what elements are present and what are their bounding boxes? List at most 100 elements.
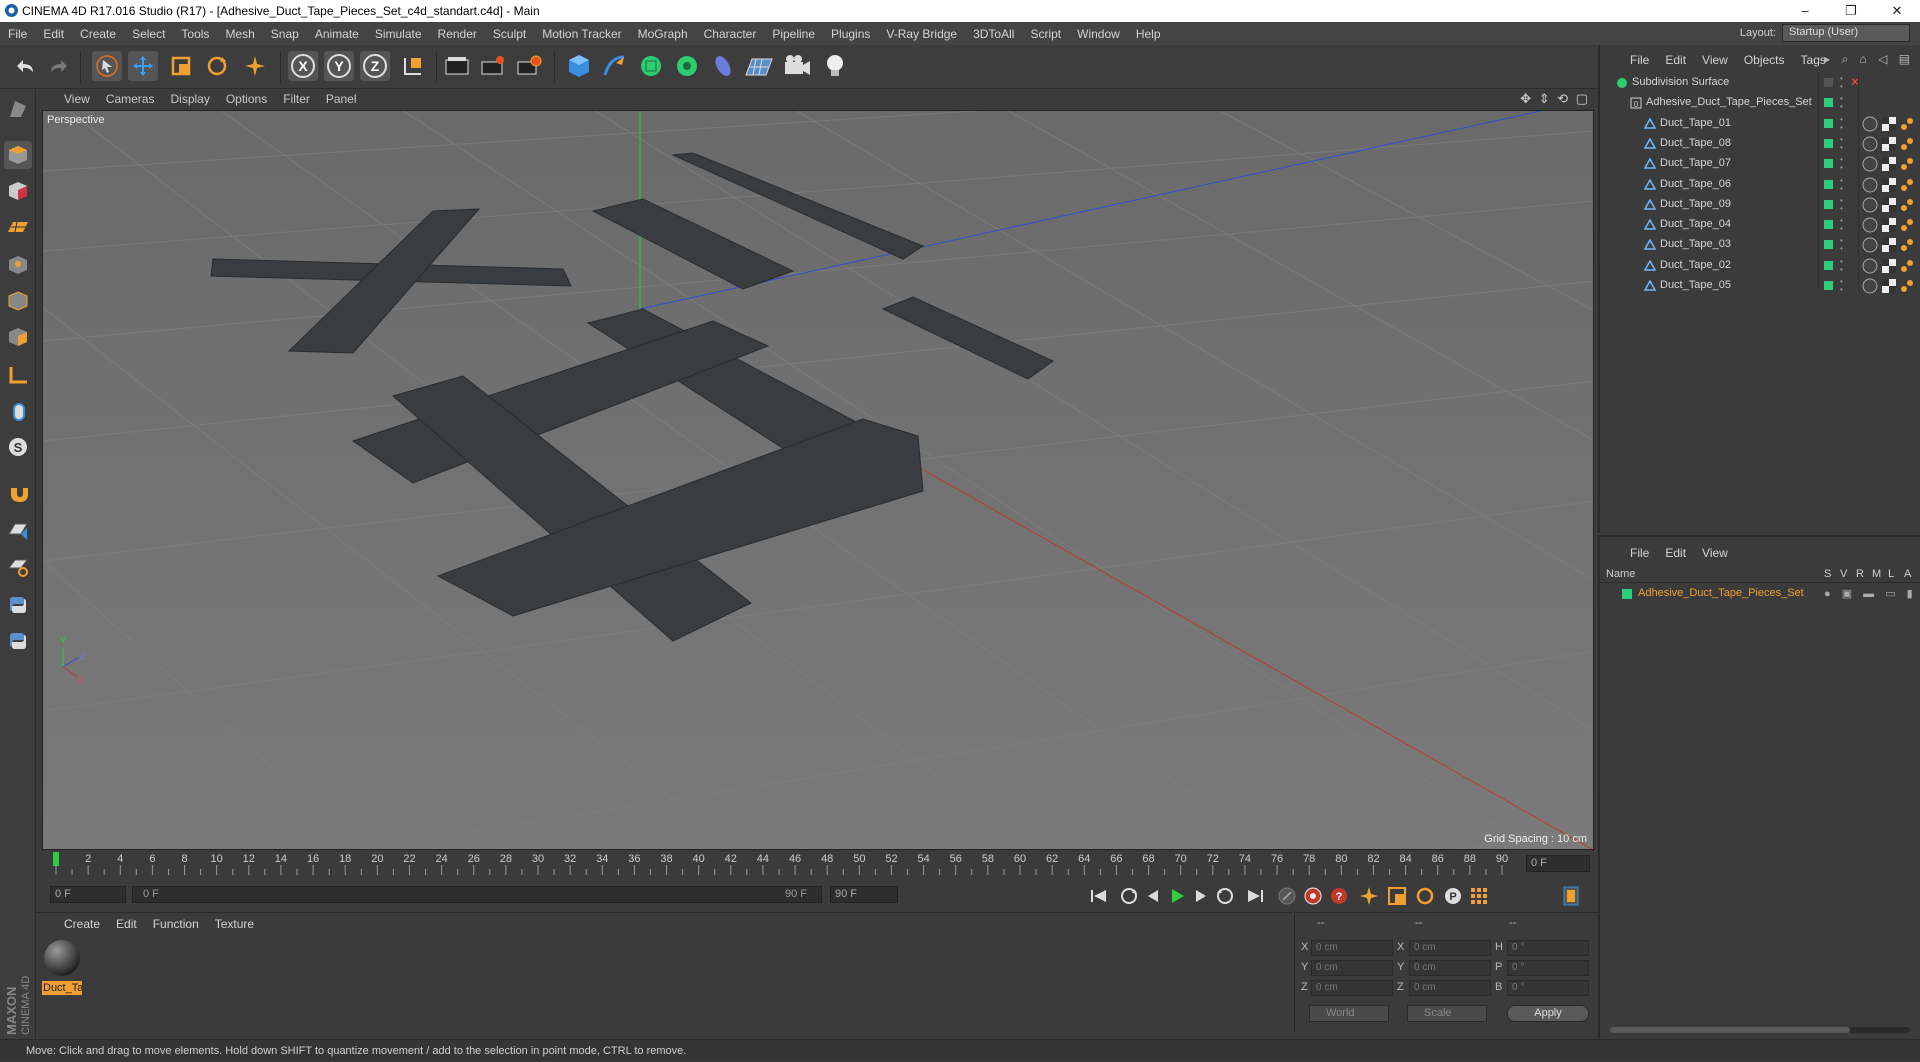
array-icon[interactable] <box>672 51 702 81</box>
menu-window[interactable]: Window <box>1069 27 1128 41</box>
visibility-dots-icon[interactable]: • • <box>1840 237 1843 253</box>
visibility-dots-icon[interactable]: • • <box>1840 278 1843 294</box>
polygons-mode-icon[interactable] <box>4 323 32 351</box>
menu-animate[interactable]: Animate <box>307 27 367 41</box>
material-menu-function[interactable]: Function <box>145 917 207 931</box>
menu-mesh[interactable]: Mesh <box>217 27 262 41</box>
world-select[interactable]: World <box>1309 1005 1389 1022</box>
material-tag-icon[interactable] <box>1862 177 1878 193</box>
layer-menu-view[interactable]: View <box>1694 546 1736 560</box>
layer-tag-icon[interactable] <box>1824 138 1833 148</box>
visibility-dots-icon[interactable]: • • <box>1840 135 1843 152</box>
layer-tag-icon[interactable] <box>1824 260 1833 270</box>
python-script-icon-1[interactable] <box>4 591 32 619</box>
material-tag-icon[interactable] <box>1862 136 1878 152</box>
phong-tag-icon[interactable] <box>1900 279 1914 293</box>
magnet-icon[interactable] <box>4 479 32 507</box>
visibility-dots-icon[interactable]: • • <box>1840 257 1843 274</box>
coordinate-system-icon[interactable] <box>398 51 428 81</box>
go-to-end-icon[interactable] <box>1244 885 1266 907</box>
viewport-nav-icons[interactable]: ✥ ⇕ ⟲ ▢ <box>1520 91 1590 107</box>
layer-tag-icon[interactable] <box>1824 240 1833 250</box>
pen-spline-icon[interactable] <box>600 51 630 81</box>
menu-create[interactable]: Create <box>72 27 124 41</box>
layer-tag-icon[interactable] <box>1824 199 1833 209</box>
visibility-dots-icon[interactable]: • • <box>1840 196 1843 213</box>
camera-icon[interactable] <box>782 51 812 81</box>
layer-tag-icon[interactable] <box>1824 118 1833 128</box>
visibility-dots-icon[interactable]: • • <box>1840 115 1843 132</box>
objects-menu-file[interactable]: File <box>1622 53 1657 67</box>
menu-plugins[interactable]: Plugins <box>823 27 878 41</box>
viewport-menu-panel[interactable]: Panel <box>318 92 365 106</box>
layer-tag-icon[interactable] <box>1824 179 1833 189</box>
key-rotation-icon[interactable] <box>1414 885 1436 907</box>
next-frame-icon[interactable] <box>1190 885 1212 907</box>
grid-snap-icon[interactable] <box>4 517 32 545</box>
position-x-field[interactable]: 0 cm <box>1311 940 1393 956</box>
menu-simulate[interactable]: Simulate <box>367 27 430 41</box>
object-row[interactable]: Subdivision Surface • • ✕ <box>1600 73 1920 93</box>
texture-tag-icon[interactable] <box>1882 197 1896 212</box>
restore-button[interactable]: ❐ <box>1828 0 1874 22</box>
phong-tag-icon[interactable] <box>1900 238 1914 252</box>
layer-tag-icon[interactable] <box>1824 78 1833 87</box>
perspective-viewport[interactable]: Y Z X Perspective Grid Spacing : 10 cm <box>42 110 1594 850</box>
layer-tag-icon[interactable] <box>1824 220 1833 230</box>
motion-path-icon[interactable] <box>1276 885 1298 907</box>
y-axis-icon[interactable]: Y <box>324 51 354 81</box>
edges-mode-icon[interactable] <box>4 287 32 315</box>
end-frame-field[interactable]: 90 F <box>830 886 898 903</box>
layer-menu-edit[interactable]: Edit <box>1657 546 1694 560</box>
texture-tag-icon[interactable] <box>1882 258 1896 273</box>
object-row[interactable]: Duct_Tape_04 • • <box>1600 215 1920 235</box>
rotation-b-field[interactable]: 0 ° <box>1507 980 1589 996</box>
objects-menu-edit[interactable]: Edit <box>1657 53 1694 67</box>
apply-button[interactable]: Apply <box>1507 1005 1589 1022</box>
key-pla-icon[interactable] <box>1468 885 1490 907</box>
next-key-icon[interactable] <box>1214 885 1236 907</box>
layer-horizontal-scrollbar[interactable] <box>1610 1027 1910 1033</box>
menu-render[interactable]: Render <box>430 27 485 41</box>
menu-script[interactable]: Script <box>1022 27 1069 41</box>
floor-icon[interactable] <box>744 51 774 81</box>
select-pointer-icon[interactable] <box>92 51 122 81</box>
workplane-icon[interactable] <box>4 213 32 241</box>
subdivision-icon[interactable] <box>636 51 666 81</box>
menu-3dtoall[interactable]: 3DToAll <box>965 27 1022 41</box>
menu-file[interactable]: File <box>0 27 35 41</box>
phong-tag-icon[interactable] <box>1900 178 1914 192</box>
menu-edit[interactable]: Edit <box>35 27 72 41</box>
rotate-icon[interactable] <box>202 51 232 81</box>
previous-key-icon[interactable] <box>1118 885 1140 907</box>
material-menu-texture[interactable]: Texture <box>207 917 262 931</box>
material-menu-edit[interactable]: Edit <box>108 917 145 931</box>
visibility-dots-icon[interactable]: • • <box>1840 95 1843 111</box>
object-row[interactable]: Duct_Tape_07 • • <box>1600 154 1920 174</box>
viewport-menu-display[interactable]: Display <box>162 92 217 106</box>
rotation-p-field[interactable]: 0 ° <box>1507 960 1589 976</box>
scale-icon[interactable] <box>166 51 196 81</box>
undo-icon[interactable] <box>10 51 40 81</box>
light-icon[interactable] <box>820 51 850 81</box>
layer-tag-icon[interactable] <box>1824 98 1833 108</box>
object-manager-nav-icons[interactable]: ▸ ⌕ ⌂ ◁ ▤ <box>1824 52 1914 67</box>
menu-vray-bridge[interactable]: V-Ray Bridge <box>878 27 965 41</box>
visibility-dots-icon[interactable]: • • <box>1840 156 1843 172</box>
deformer-icon[interactable] <box>708 51 738 81</box>
phong-tag-icon[interactable] <box>1900 117 1914 131</box>
go-to-start-icon[interactable] <box>1088 885 1110 907</box>
texture-tag-icon[interactable] <box>1882 116 1896 131</box>
live-selection-icon[interactable] <box>240 51 270 81</box>
edit-render-settings-icon[interactable] <box>514 51 544 81</box>
menu-pipeline[interactable]: Pipeline <box>764 27 823 41</box>
phong-tag-icon[interactable] <box>1900 137 1914 151</box>
material-tag-icon[interactable] <box>1862 197 1878 213</box>
material-tag-icon[interactable] <box>1862 258 1878 274</box>
material-tag-icon[interactable] <box>1862 278 1878 294</box>
points-mode-icon[interactable] <box>4 251 32 279</box>
visibility-dots-icon[interactable]: • • <box>1840 217 1843 233</box>
scale-select[interactable]: Scale <box>1407 1005 1487 1022</box>
material-tag-icon[interactable] <box>1862 237 1878 253</box>
z-axis-icon[interactable]: Z <box>360 51 390 81</box>
